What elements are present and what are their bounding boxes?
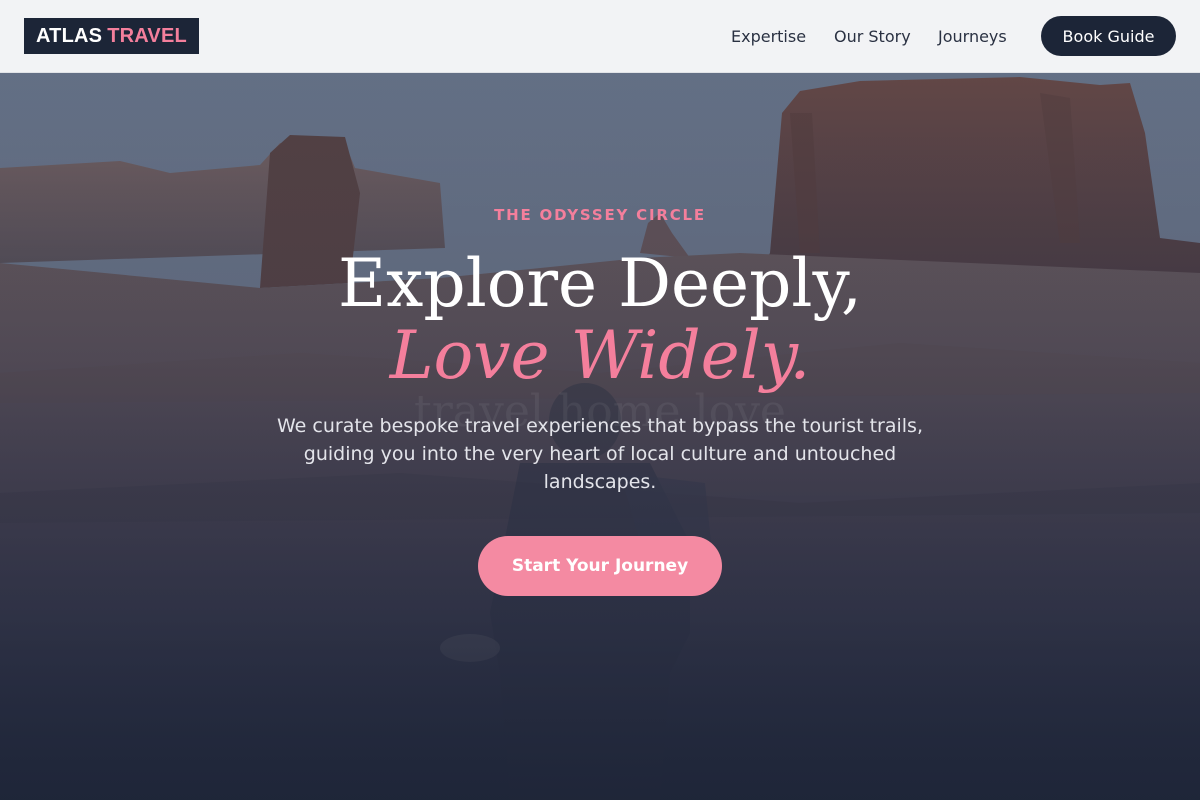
hero-title-line1: Explore Deeply, <box>338 245 862 322</box>
nav-link-expertise[interactable]: Expertise <box>731 0 806 72</box>
hero-title-line2: Love Widely. <box>389 317 811 394</box>
brand-word-atlas: ATLAS <box>36 24 103 47</box>
hero-eyebrow: THE ODYSSEY CIRCLE <box>494 206 706 224</box>
nav-link-journeys[interactable]: Journeys <box>938 0 1007 72</box>
brand-logo[interactable]: ATLAS TRAVEL <box>24 18 199 54</box>
nav-link-our-story[interactable]: Our Story <box>834 0 911 72</box>
site-header: ATLAS TRAVEL Expertise Our Story Journey… <box>0 0 1200 73</box>
book-guide-button[interactable]: Book Guide <box>1041 16 1176 56</box>
hero-description: We curate bespoke travel experiences tha… <box>277 415 923 493</box>
brand-word-travel: TRAVEL <box>107 24 187 47</box>
start-journey-button[interactable]: Start Your Journey <box>478 536 722 596</box>
